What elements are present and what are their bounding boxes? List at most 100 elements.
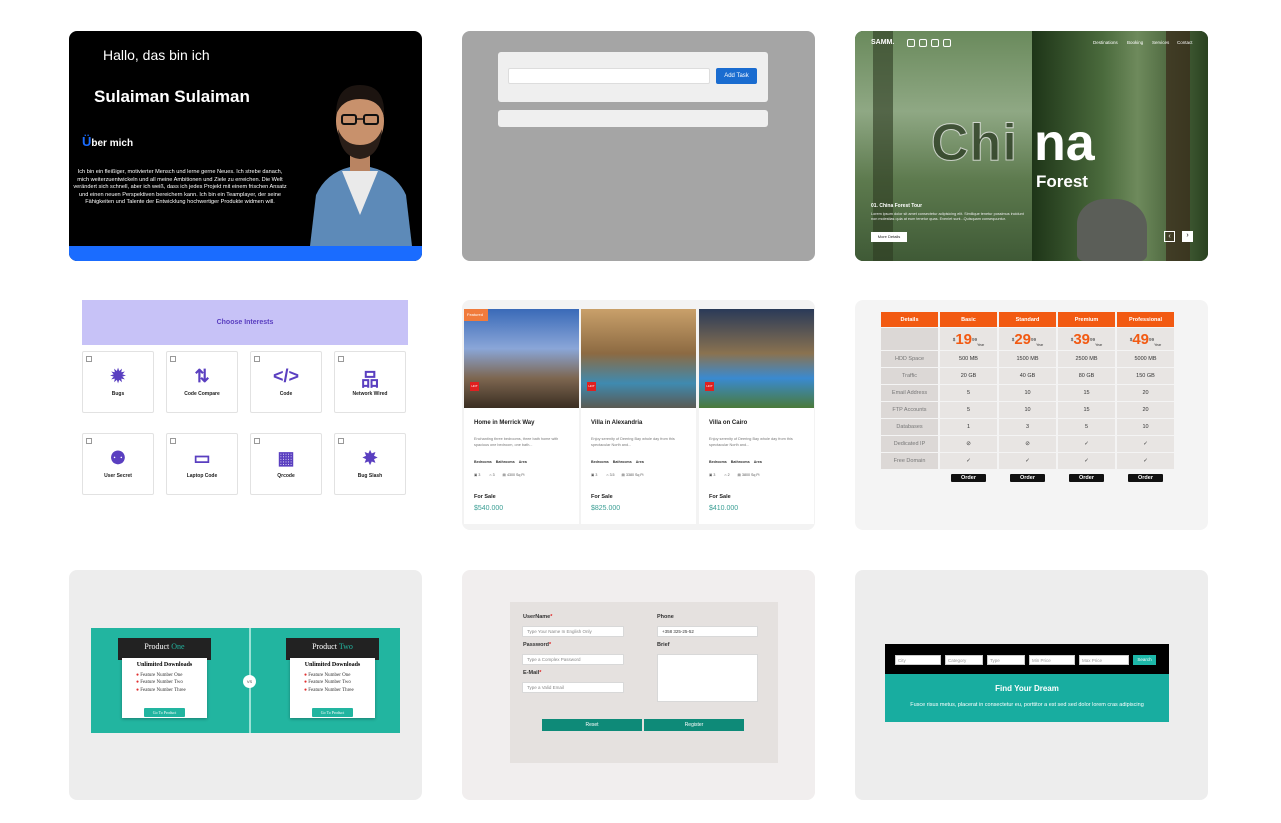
listing-title[interactable]: Home in Merrick Way bbox=[474, 420, 534, 426]
prev-arrow-icon[interactable]: ‹ bbox=[1164, 231, 1175, 242]
listing-card[interactable]: HOT Villa in Alexandria Enjoy serenity o… bbox=[581, 309, 696, 524]
area-label: Area bbox=[635, 460, 644, 464]
interest-item-bugs[interactable]: ✹ Bugs bbox=[82, 351, 154, 413]
interest-item-user-secret[interactable]: ⚉ User Secret bbox=[82, 433, 154, 495]
order-button[interactable]: Order bbox=[1128, 474, 1163, 482]
more-details-button[interactable]: More Details bbox=[871, 232, 907, 242]
feature-text: Feature Number One bbox=[308, 673, 351, 678]
facebook-icon[interactable] bbox=[919, 39, 927, 47]
instagram-icon[interactable] bbox=[907, 39, 915, 47]
phone-input[interactable]: +358 325-25-52 bbox=[657, 626, 758, 637]
checkbox[interactable] bbox=[338, 438, 344, 444]
interest-item-code[interactable]: </> Code bbox=[250, 351, 322, 413]
nav-contact[interactable]: Contact bbox=[1177, 40, 1193, 45]
next-arrow-icon[interactable]: › bbox=[1182, 231, 1193, 242]
go-to-product-button[interactable]: Go To Product bbox=[144, 708, 185, 717]
reset-button[interactable]: Reset bbox=[542, 719, 642, 731]
todo-card[interactable]: Add Task bbox=[462, 31, 815, 261]
feature-text: Feature Number Three bbox=[308, 687, 354, 693]
baths-value: 3.5 bbox=[609, 473, 615, 477]
nav-services[interactable]: Services bbox=[1152, 40, 1169, 45]
product-number: One bbox=[171, 642, 185, 651]
order-button[interactable]: Order bbox=[1010, 474, 1045, 482]
feature-item: ● Feature Number Two bbox=[304, 680, 351, 686]
table-cell: 500 MB bbox=[940, 351, 997, 367]
footer-bar bbox=[69, 246, 422, 261]
listings-card[interactable]: Featured HOT Home in Merrick Way Enchant… bbox=[462, 300, 815, 530]
spec-labels: Bedrooms Bathrooms Area bbox=[591, 460, 644, 464]
product-word: Product bbox=[312, 642, 337, 651]
table-row: Traffic 20 GB 40 GB 80 GB 150 GB bbox=[881, 368, 1174, 384]
table-cell: 10 bbox=[999, 402, 1056, 418]
add-task-button[interactable]: Add Task bbox=[716, 68, 757, 84]
listing-title[interactable]: Villa in Alexandria bbox=[591, 420, 642, 426]
table-cell: ✓ bbox=[999, 453, 1056, 469]
profile-card[interactable]: Hallo, das bin ich Sulaiman Sulaiman Übe… bbox=[69, 31, 422, 261]
order-cell: Order bbox=[1117, 470, 1174, 486]
interest-item-code-compare[interactable]: ⇅ Code Compare bbox=[166, 351, 238, 413]
city-input[interactable]: City bbox=[895, 655, 941, 665]
table-cell: 15 bbox=[1058, 402, 1115, 418]
empty-cell bbox=[881, 470, 938, 486]
column-header: Standard bbox=[999, 312, 1056, 327]
interest-item-bug-slash[interactable]: ✸ Bug Slash bbox=[334, 433, 406, 495]
code-compare-icon: ⇅ bbox=[194, 366, 210, 386]
checkbox[interactable] bbox=[86, 356, 92, 362]
plan-price: 29 bbox=[1014, 330, 1032, 348]
interest-item-qrcode[interactable]: ▦ Qrcode bbox=[250, 433, 322, 495]
interests-card[interactable]: Choose Interests ✹ Bugs ⇅ Code Compare </>… bbox=[69, 300, 422, 530]
category-select[interactable]: Category bbox=[945, 655, 983, 665]
spec-labels: Bedrooms Bathrooms Area bbox=[709, 460, 762, 464]
listing-card[interactable]: Featured HOT Home in Merrick Way Enchant… bbox=[464, 309, 579, 524]
interests-title: Choose Interests bbox=[82, 300, 408, 345]
baths-value: 3 bbox=[492, 473, 495, 477]
product-compare-card[interactable]: VS Product One Unlimited Downloads ● Fea… bbox=[69, 570, 422, 800]
brief-textarea[interactable] bbox=[657, 654, 758, 702]
vs-badge: VS bbox=[243, 675, 256, 688]
checkbox[interactable] bbox=[170, 356, 176, 362]
max-price-input[interactable]: Max Price bbox=[1079, 655, 1129, 665]
pricing-card[interactable]: Details Basic Standard Premium Professio… bbox=[855, 300, 1208, 530]
twitter-icon[interactable] bbox=[931, 39, 939, 47]
feature-text: Feature Number Three bbox=[140, 687, 186, 693]
checkbox[interactable] bbox=[254, 438, 260, 444]
youtube-icon[interactable] bbox=[943, 39, 951, 47]
plan-name: Unlimited Downloads bbox=[136, 662, 193, 668]
area-value: 4300 Sq Ft bbox=[506, 473, 525, 477]
task-input[interactable] bbox=[508, 68, 710, 84]
type-select[interactable]: Type bbox=[987, 655, 1025, 665]
interest-item-laptop-code[interactable]: ▭ Laptop Code bbox=[166, 433, 238, 495]
register-form-card[interactable]: UserName* Type Your Name In English Only… bbox=[462, 570, 815, 800]
checkbox[interactable] bbox=[254, 356, 260, 362]
code-icon: </> bbox=[272, 366, 300, 386]
order-button[interactable]: Order bbox=[951, 474, 986, 482]
table-cell: 10 bbox=[1117, 419, 1174, 435]
email-input[interactable]: Type a Valid Email bbox=[522, 682, 624, 693]
checkbox[interactable] bbox=[86, 438, 92, 444]
min-price-input[interactable]: Min Price bbox=[1029, 655, 1075, 665]
checkbox[interactable] bbox=[170, 438, 176, 444]
listing-photo[interactable] bbox=[699, 309, 814, 408]
price-cell: $1999Year bbox=[940, 328, 997, 350]
checkbox[interactable] bbox=[338, 356, 344, 362]
register-button[interactable]: Register bbox=[644, 719, 744, 731]
listing-title[interactable]: Villa on Cairo bbox=[709, 420, 747, 426]
listing-photo[interactable] bbox=[464, 309, 579, 408]
listing-photo[interactable] bbox=[581, 309, 696, 408]
go-to-product-button[interactable]: Go To Product bbox=[312, 708, 353, 717]
search-button[interactable]: Search bbox=[1133, 655, 1156, 665]
username-input[interactable]: Type Your Name In English Only bbox=[522, 626, 624, 637]
about-initial: Ü bbox=[82, 134, 92, 149]
nav-booking[interactable]: Booking bbox=[1127, 40, 1143, 45]
nav-destinations[interactable]: Destinations bbox=[1093, 40, 1118, 45]
site-logo[interactable]: SAMM. bbox=[871, 39, 894, 46]
listing-card[interactable]: HOT Villa on Cairo Enjoy serenity of Dee… bbox=[699, 309, 814, 524]
feature-list: ● Feature Number One ● Feature Number Tw… bbox=[136, 672, 207, 694]
interest-item-network-wired[interactable]: 品 Network Wired bbox=[334, 351, 406, 413]
order-button[interactable]: Order bbox=[1069, 474, 1104, 482]
table-cell: ✓ bbox=[1117, 436, 1174, 452]
label-text: E-Mail bbox=[523, 670, 540, 676]
dream-search-card[interactable]: City Category Type Min Price Max Price S… bbox=[855, 570, 1208, 800]
china-forest-card[interactable]: SAMM. Destinations Booking Services Cont… bbox=[855, 31, 1208, 261]
password-input[interactable]: Type a Complex Password bbox=[522, 654, 624, 665]
